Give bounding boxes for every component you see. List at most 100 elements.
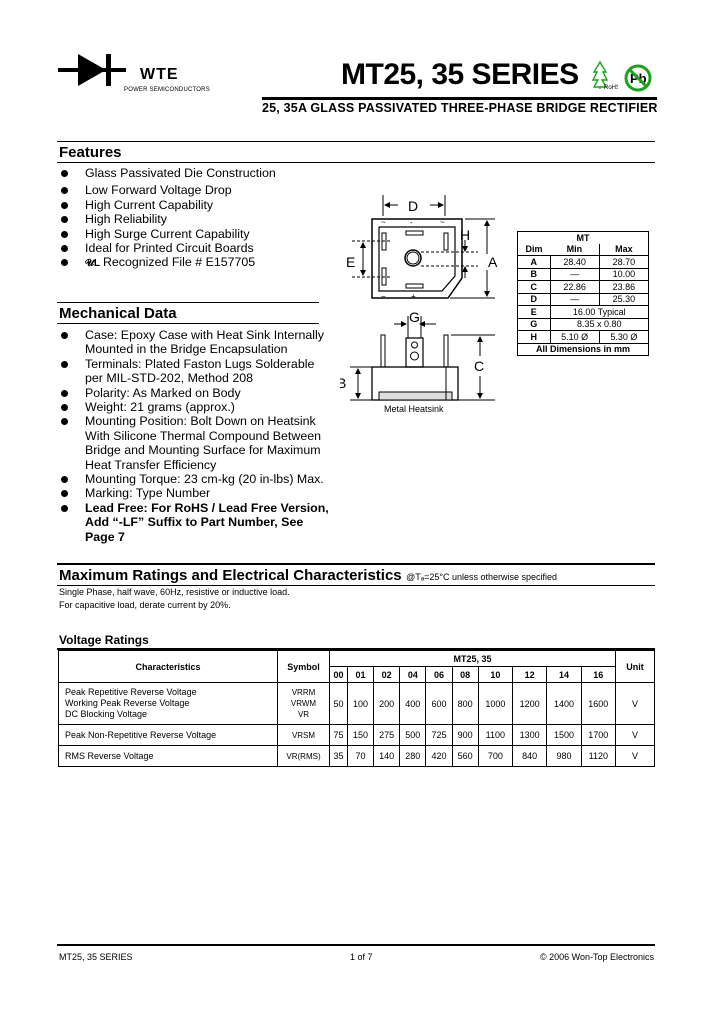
feature-item: Ideal for Printed Circuit Boards bbox=[59, 241, 349, 255]
table-cell: B bbox=[517, 267, 551, 281]
table-cell: Peak Non-Repetitive Reverse Voltage bbox=[58, 724, 278, 746]
table-cell: 800 bbox=[451, 682, 479, 725]
table-cell: 140 bbox=[373, 745, 401, 767]
table-cell: 06 bbox=[425, 666, 453, 683]
footer-rule bbox=[57, 944, 655, 946]
table-cell: C bbox=[517, 280, 551, 294]
table-cell: 700 bbox=[477, 745, 513, 767]
table-cell: 22.86 bbox=[549, 280, 600, 294]
dim-col-header: Max bbox=[598, 243, 650, 256]
dim-col-header: Min bbox=[550, 243, 600, 256]
table-cell: 725 bbox=[425, 724, 453, 746]
table-cell: RMS Reverse Voltage bbox=[58, 745, 278, 767]
page-title: MT25, 35 SERIES bbox=[341, 58, 579, 91]
svg-text:+: + bbox=[411, 292, 416, 301]
table-cell: Peak Repetitive Reverse Voltage bbox=[65, 687, 197, 697]
table-cell: 50 bbox=[329, 682, 348, 725]
mech-item: Mounting Position: Bolt Down on Heatsink… bbox=[59, 414, 334, 472]
table-cell: A bbox=[517, 255, 551, 269]
table-row: RMS Reverse Voltage VR(RMS) 35 70 140 280 42… bbox=[58, 745, 655, 767]
features-heading: Features bbox=[59, 144, 122, 161]
dim-label-b: B bbox=[340, 375, 346, 391]
table-cell: 5.30 Ø bbox=[598, 330, 650, 344]
table-cell: Working Peak Reverse Voltage bbox=[65, 698, 190, 708]
table-cell: 10.00 bbox=[598, 267, 650, 281]
svg-text:~: ~ bbox=[381, 218, 386, 227]
voltage-ratings-table: Characteristics Symbol MT25, 35 Unit 00 0… bbox=[58, 650, 655, 767]
table-cell: G bbox=[517, 317, 551, 331]
table-cell: 980 bbox=[546, 745, 582, 767]
table-cell: 75 bbox=[329, 724, 348, 746]
table-cell: 1120 bbox=[580, 745, 617, 767]
table-cell: 08 bbox=[451, 666, 479, 683]
pb-free-icon: Pb bbox=[624, 64, 652, 92]
ratings-top-rule bbox=[57, 563, 655, 565]
table-cell: 25.30 bbox=[598, 292, 650, 306]
table-cell: 14 bbox=[546, 666, 582, 683]
footer-page-number: 1 of 7 bbox=[350, 952, 373, 962]
heatsink-caption: Metal Heatsink bbox=[384, 404, 444, 414]
table-cell: H bbox=[517, 330, 551, 344]
table-cell: D bbox=[517, 292, 551, 306]
dim-row: G 8.35 x 0.80 bbox=[517, 317, 649, 331]
mech-heading: Mechanical Data bbox=[59, 305, 177, 322]
ul-logo-icon: 𝓤L bbox=[85, 258, 100, 270]
dim-label-g: G bbox=[409, 309, 420, 325]
table-cell: 70 bbox=[346, 745, 375, 767]
table-cell: 560 bbox=[451, 745, 479, 767]
dim-label-d: D bbox=[408, 198, 418, 214]
table-cell: 275 bbox=[373, 724, 401, 746]
rohs-label: RoHS bbox=[604, 85, 618, 90]
table-cell: 420 bbox=[425, 745, 453, 767]
table-cell: 1400 bbox=[546, 682, 582, 725]
dim-row: H 5.10 Ø 5.30 Ø bbox=[517, 330, 650, 344]
dim-row: D —25.30 bbox=[517, 292, 650, 306]
table-row: Characteristics Symbol MT25, 35 Unit bbox=[58, 650, 655, 683]
footer-copyright: © 2006 Won-Top Electronics bbox=[539, 952, 654, 962]
table-cell: 1600 bbox=[580, 682, 617, 725]
title-rule bbox=[262, 97, 657, 100]
table-cell: 1100 bbox=[477, 724, 513, 746]
package-diagram: D ~ - ~ − + E H A G B C Metal Heatsink bbox=[340, 195, 498, 414]
mech-item: Case: Epoxy Case with Heat Sink Internal… bbox=[59, 328, 334, 357]
table-cell: V bbox=[615, 724, 655, 746]
rohs-tree-icon: RoHS bbox=[592, 60, 618, 90]
page-subtitle: 25, 35A GLASS PASSIVATED THREE-PHASE BRI… bbox=[262, 101, 658, 115]
table-cell: 1200 bbox=[511, 682, 548, 725]
table-cell: VR(RMS) bbox=[277, 745, 330, 767]
dim-label-e: E bbox=[346, 254, 355, 270]
feature-item: High Current Capability bbox=[59, 198, 349, 212]
table-cell: 400 bbox=[399, 682, 427, 725]
table-cell: 900 bbox=[451, 724, 479, 746]
mech-item: Mounting Torque: 23 cm-kg (20 in-lbs) Ma… bbox=[59, 472, 334, 486]
table-cell: E bbox=[517, 305, 551, 319]
features-list: Glass Passivated Die Construction Low Fo… bbox=[59, 166, 349, 272]
table-cell: 840 bbox=[511, 745, 548, 767]
table-cell: — bbox=[549, 267, 600, 281]
table-cell: 280 bbox=[399, 745, 427, 767]
table-cell: 23.86 bbox=[598, 280, 650, 294]
table-cell: 12 bbox=[511, 666, 548, 683]
table-cell: 10 bbox=[477, 666, 513, 683]
mech-item: Terminals: Plated Faston Lugs Solderable… bbox=[59, 357, 334, 386]
features-bottom-rule bbox=[57, 162, 655, 163]
table-cell: 1300 bbox=[511, 724, 548, 746]
ratings-note-1: Single Phase, half wave, 60Hz, resistive… bbox=[59, 587, 290, 597]
table-cell: VRRM bbox=[291, 688, 316, 697]
dim-row: C 22.86 23.86 bbox=[517, 280, 650, 294]
feature-item: Glass Passivated Die Construction bbox=[59, 166, 349, 180]
mech-top-rule bbox=[57, 302, 319, 303]
table-cell: 28.70 bbox=[598, 255, 650, 269]
table-cell: 600 bbox=[425, 682, 453, 725]
table-cell: 16 bbox=[580, 666, 617, 683]
feature-item-ul: 𝓤L Recognized File # E157705 bbox=[59, 255, 349, 271]
table-cell: 01 bbox=[346, 666, 375, 683]
table-cell: 02 bbox=[373, 666, 401, 683]
col-header-unit: Unit bbox=[615, 650, 655, 683]
mech-item: Weight: 21 grams (approx.) bbox=[59, 400, 334, 414]
dim-row: E 16.00 Typical bbox=[517, 305, 649, 319]
dim-label-h: H bbox=[460, 227, 470, 243]
footer-left: MT25, 35 SERIES bbox=[59, 952, 133, 962]
table-cell: 5.10 Ø bbox=[549, 330, 600, 344]
voltage-ratings-heading: Voltage Ratings bbox=[59, 633, 149, 647]
